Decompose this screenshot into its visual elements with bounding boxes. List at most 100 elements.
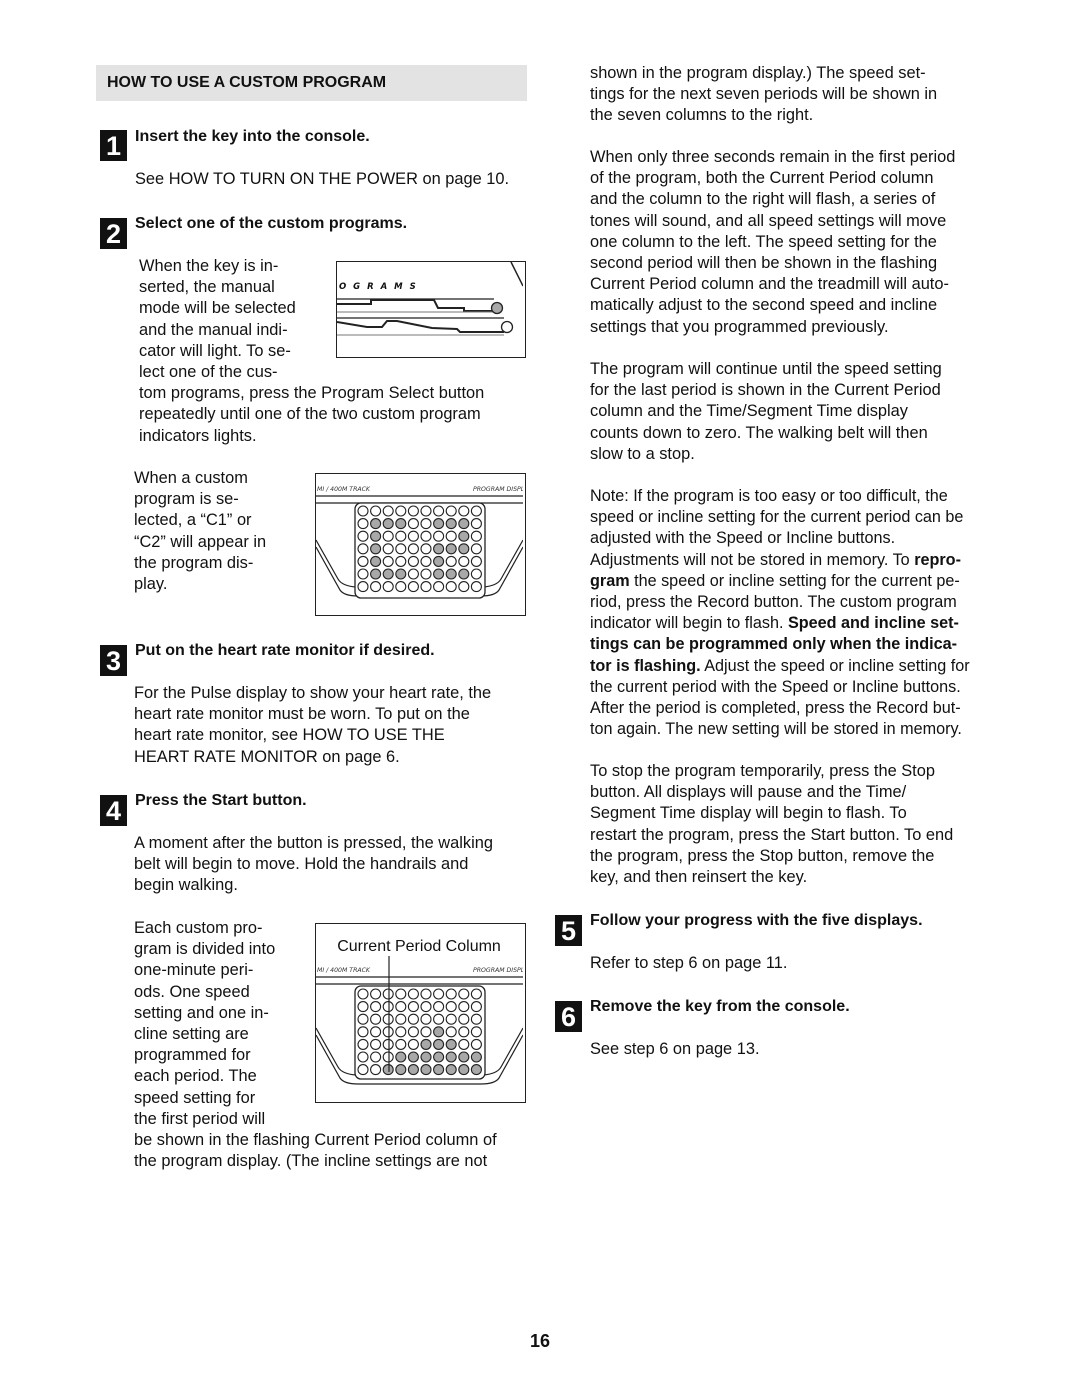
led-unlit — [407, 505, 419, 517]
text-line: ton again. The new setting will be store… — [590, 720, 962, 739]
led-lit — [445, 1051, 457, 1063]
c1-explanation-text: When a custom program is se- lected, a “… — [134, 468, 266, 595]
led-unlit — [382, 543, 394, 555]
led-unlit — [445, 530, 457, 542]
text-line: key, and then reinsert the key. — [590, 868, 808, 887]
program-display-label: PROGRAM DISPL — [473, 486, 523, 493]
led-unlit — [420, 543, 432, 555]
led-lit — [395, 1051, 407, 1063]
led-unlit — [470, 518, 482, 530]
step-number-4: 4 — [100, 795, 127, 826]
step-3-heading: Put on the heart rate monitor if desired… — [135, 642, 435, 659]
led-unlit — [445, 555, 457, 567]
section-title: HOW TO USE A CUSTOM PROGRAM — [107, 74, 387, 91]
text-line: button. All displays will pause and the … — [590, 783, 907, 802]
text-line: repeatedly until one of the two custom p… — [139, 405, 481, 424]
text-line: When a custom — [134, 469, 248, 487]
led-unlit — [445, 988, 457, 1000]
led-lit — [420, 1064, 432, 1076]
text-line: speed or incline setting for the current… — [590, 508, 964, 527]
led-unlit — [395, 581, 407, 593]
led-unlit — [357, 530, 369, 542]
led-lit — [433, 568, 445, 580]
led-unlit — [357, 505, 369, 517]
led-unlit — [470, 1038, 482, 1050]
text-line: tings can be programmed only when the in… — [590, 635, 957, 654]
led-unlit — [420, 1026, 432, 1038]
led-unlit — [382, 1001, 394, 1013]
led-unlit — [407, 1038, 419, 1050]
led-unlit — [470, 988, 482, 1000]
led-unlit — [470, 581, 482, 593]
led-lit — [370, 543, 382, 555]
led-unlit — [395, 988, 407, 1000]
led-lit — [395, 518, 407, 530]
led-unlit — [357, 1026, 369, 1038]
led-unlit — [357, 1038, 369, 1050]
led-unlit — [370, 505, 382, 517]
stop-program-paragraph: To stop the program temporarily, press t… — [590, 761, 953, 888]
step-number-2: 2 — [100, 218, 127, 249]
text-line: begin walking. — [134, 876, 238, 895]
led-unlit — [407, 543, 419, 555]
text-line: The program will continue until the spee… — [590, 360, 942, 378]
led-unlit — [433, 530, 445, 542]
led-unlit — [395, 543, 407, 555]
led-lit — [407, 1051, 419, 1063]
led-unlit — [458, 1013, 470, 1025]
led-lit — [458, 543, 470, 555]
led-unlit — [370, 1001, 382, 1013]
led-unlit — [433, 1013, 445, 1025]
text-line: indicators lights. — [139, 426, 257, 445]
step-2-heading: Select one of the custom programs. — [135, 215, 408, 232]
led-unlit — [420, 988, 432, 1000]
led-unlit — [470, 543, 482, 555]
led-lit — [433, 1026, 445, 1038]
led-lit — [395, 568, 407, 580]
led-unlit — [420, 555, 432, 567]
led-lit — [370, 568, 382, 580]
led-unlit — [470, 568, 482, 580]
led-unlit — [407, 530, 419, 542]
step-5-body: Refer to step 6 on page 11. — [590, 954, 788, 972]
led-lit — [458, 1051, 470, 1063]
led-unlit — [420, 581, 432, 593]
led-unlit — [370, 988, 382, 1000]
step-4-heading: Press the Start button. — [135, 792, 307, 809]
text-line: Segment Time display will begin to flash… — [590, 804, 907, 823]
program-display-label: PROGRAM DISPL — [473, 967, 523, 974]
text-line: lect one of the cus- — [139, 363, 278, 382]
program-continue-paragraph: The program will continue until the spee… — [590, 359, 942, 465]
led-unlit — [357, 518, 369, 530]
led-unlit — [458, 555, 470, 567]
right-column-text: shown in the program display.) The speed… — [590, 63, 937, 127]
step-number-6: 6 — [555, 1001, 582, 1032]
led-lit — [420, 1038, 432, 1050]
led-unlit — [458, 581, 470, 593]
text-line: for the last period is shown in the Curr… — [590, 381, 941, 400]
text-span: Adjustments will not be stored in memory… — [590, 550, 915, 569]
led-unlit — [470, 555, 482, 567]
note-paragraph: Note: If the program is too easy or too … — [590, 486, 970, 740]
step-number-5: 5 — [555, 915, 582, 946]
led-unlit — [445, 505, 457, 517]
step-6-body: See step 6 on page 13. — [590, 1040, 760, 1058]
led-unlit — [357, 1051, 369, 1063]
led-unlit — [407, 555, 419, 567]
led-lit — [458, 518, 470, 530]
led-lit — [470, 1064, 482, 1076]
led-unlit — [458, 505, 470, 517]
led-unlit — [407, 518, 419, 530]
led-unlit — [357, 555, 369, 567]
text-line: tones will sound, and all speed settings… — [590, 211, 947, 230]
led-unlit — [382, 555, 394, 567]
led-unlit — [370, 1013, 382, 1025]
step-6-heading: Remove the key from the console. — [590, 998, 850, 1015]
led-unlit — [382, 1026, 394, 1038]
text-line: belt will begin to move. Hold the handra… — [134, 855, 469, 874]
led-unlit — [357, 581, 369, 593]
text-line: tom programs, press the Program Select b… — [139, 384, 485, 403]
led-unlit — [470, 1001, 482, 1013]
text-span: Adjust the speed or incline setting for — [700, 656, 970, 675]
text-line: the first period will — [134, 1109, 266, 1128]
